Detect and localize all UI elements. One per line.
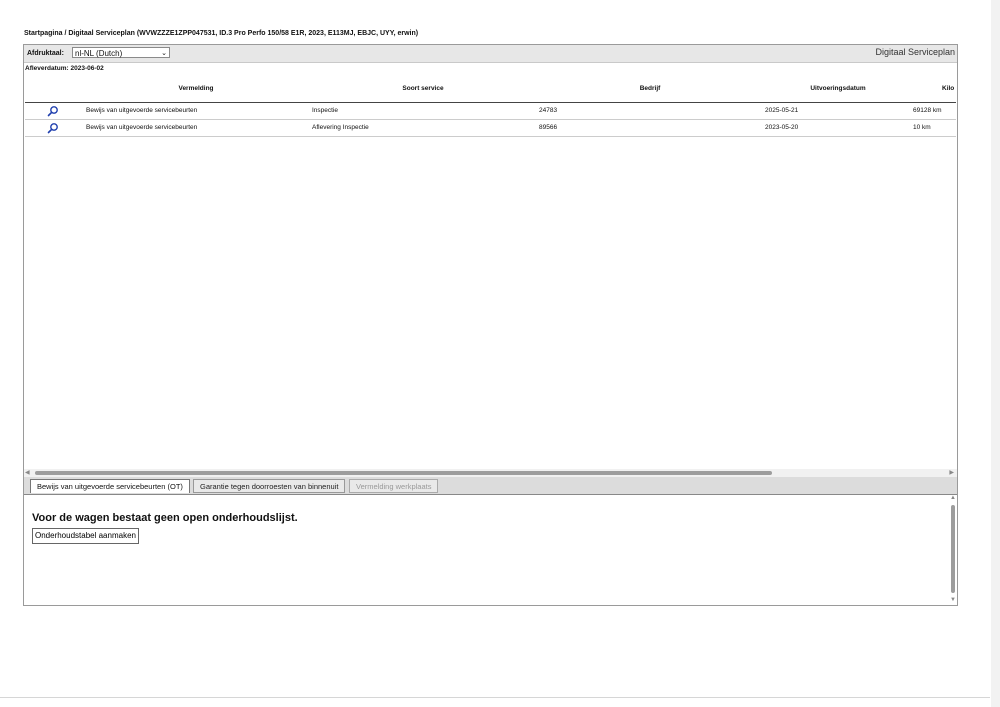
column-header-soort-service[interactable]: Soort service xyxy=(312,85,534,92)
arrow-left-icon[interactable]: ◀ xyxy=(25,469,30,476)
column-divider xyxy=(309,100,311,102)
table-row[interactable]: Bewijs van uitgevoerde servicebeurten In… xyxy=(25,103,956,120)
column-divider xyxy=(762,100,764,102)
column-divider xyxy=(82,100,84,102)
horizontal-scrollbar[interactable]: ◀ ▶ xyxy=(24,469,957,477)
cell-kilometerstand: 69128 km xyxy=(913,107,942,114)
cell-kilometerstand: 10 km xyxy=(913,124,931,131)
magnifier-icon[interactable] xyxy=(47,122,59,134)
cell-bedrijf: 89566 xyxy=(539,124,558,131)
vertical-scroll-thumb[interactable] xyxy=(951,505,955,593)
column-divider xyxy=(536,100,538,102)
cell-vermelding: Bewijs van uitgevoerde servicebeurten xyxy=(86,124,198,131)
panel-toolbar: Afdruktaal: nl-NL (Dutch) ⌄ Digitaal Ser… xyxy=(24,45,957,63)
language-select-value: nl-NL (Dutch) xyxy=(75,49,123,58)
horizontal-scroll-thumb[interactable] xyxy=(35,471,772,475)
column-divider xyxy=(910,100,912,102)
arrow-down-icon[interactable]: ▼ xyxy=(950,597,956,603)
column-header-vermelding[interactable]: Vermelding xyxy=(85,85,307,92)
arrow-right-icon[interactable]: ▶ xyxy=(949,469,954,476)
magnifier-icon[interactable] xyxy=(47,105,59,117)
tab-vermelding-werkplaats: Vermelding werkplaats xyxy=(349,479,439,493)
arrow-up-icon[interactable]: ▲ xyxy=(950,495,956,501)
panel-title: Digitaal Serviceplan xyxy=(875,47,955,57)
column-header-uitvoeringsdatum[interactable]: Uitvoeringsdatum xyxy=(765,85,911,92)
cell-vermelding: Bewijs van uitgevoerde servicebeurten xyxy=(86,107,198,114)
delivery-date: Afleverdatum: 2023-06-02 xyxy=(25,65,104,72)
breadcrumb[interactable]: Startpagina / Digitaal Serviceplan (WVWZ… xyxy=(24,30,418,37)
page-edge xyxy=(991,0,1000,707)
create-maintenance-table-button[interactable]: Onderhoudstabel aanmaken xyxy=(32,528,139,544)
service-table: Vermelding Soort service Bedrijf Uitvoer… xyxy=(25,76,956,180)
column-header-bedrijf[interactable]: Bedrijf xyxy=(539,85,761,92)
language-label: Afdruktaal: xyxy=(27,50,64,57)
column-header-kilometerstand[interactable]: Kilo xyxy=(942,85,954,92)
table-header: Vermelding Soort service Bedrijf Uitvoer… xyxy=(25,76,956,103)
tab-bewijs-servicebeurten[interactable]: Bewijs van uitgevoerde servicebeurten (O… xyxy=(30,479,190,493)
no-maintenance-list-message: Voor de wagen bestaat geen open onderhou… xyxy=(32,512,298,524)
maintenance-list-section: Voor de wagen bestaat geen open onderhou… xyxy=(24,495,957,605)
cell-uitvoeringsdatum: 2025-05-21 xyxy=(765,107,799,114)
language-select[interactable]: nl-NL (Dutch) ⌄ xyxy=(72,47,170,58)
service-plan-panel: Afdruktaal: nl-NL (Dutch) ⌄ Digitaal Ser… xyxy=(23,44,958,606)
vertical-scrollbar[interactable]: ▲ ▼ xyxy=(949,495,957,603)
tab-strip: Bewijs van uitgevoerde servicebeurten (O… xyxy=(24,477,957,495)
table-row[interactable]: Bewijs van uitgevoerde servicebeurten Af… xyxy=(25,120,956,137)
cell-soort-service: Inspectie xyxy=(312,107,339,114)
cell-bedrijf: 24783 xyxy=(539,107,558,114)
chevron-down-icon[interactable]: ⌄ xyxy=(161,48,167,59)
cell-uitvoeringsdatum: 2023-05-20 xyxy=(765,124,799,131)
tab-garantie-doorroesten[interactable]: Garantie tegen doorroesten van binnenuit xyxy=(193,479,346,493)
page-footer-divider xyxy=(0,697,990,698)
cell-soort-service: Aflevering Inspectie xyxy=(312,124,369,131)
